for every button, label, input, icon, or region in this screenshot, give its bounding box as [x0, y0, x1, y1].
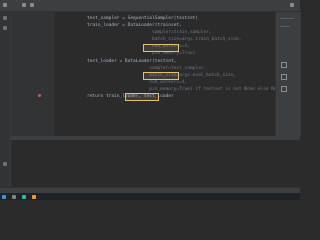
start-icon[interactable]: [2, 194, 6, 199]
code-line: pin_memory=True): [87, 51, 196, 56]
debug-icon[interactable]: [30, 3, 34, 7]
run-icon[interactable]: [22, 3, 26, 7]
menu-icon[interactable]: [3, 3, 7, 7]
code-line: sampler=train_sampler,: [87, 30, 212, 35]
line-gutter: [11, 12, 55, 136]
highlight-box: [143, 44, 179, 52]
checkbox-icon[interactable]: [281, 62, 287, 68]
right-tool-panel: [275, 12, 301, 136]
code-line: num_workers=4,: [87, 80, 188, 85]
favorites-icon[interactable]: [3, 162, 7, 166]
structure-icon[interactable]: [3, 26, 7, 30]
settings-icon[interactable]: [290, 3, 294, 7]
code-line: pin_memory=True) if testset is not None …: [87, 87, 283, 92]
panel-divider: [280, 26, 290, 27]
breakpoint-marker[interactable]: [38, 94, 41, 97]
highlight-box: [143, 72, 179, 80]
project-icon[interactable]: [3, 16, 7, 20]
search-icon[interactable]: [12, 194, 16, 199]
code-line: train_loader = DataLoader(trainset,: [87, 23, 182, 28]
ide-toolbar: [0, 0, 300, 12]
run-console[interactable]: [11, 140, 275, 187]
os-taskbar: [0, 193, 300, 200]
tool-window-strip: [0, 12, 11, 187]
checkbox-icon[interactable]: [281, 74, 287, 80]
highlight-box: [125, 93, 159, 101]
checkbox-icon[interactable]: [281, 86, 287, 92]
code-line: test_loader = DataLoader(testset,: [87, 59, 177, 64]
browser-icon[interactable]: [32, 194, 36, 199]
code-line: batch_size=args.train_batch_size,: [87, 37, 242, 42]
code-editor[interactable]: test_sampler = SequentialSampler(testset…: [55, 12, 282, 136]
code-line: test_sampler = SequentialSampler(testset…: [87, 16, 199, 21]
panel-divider: [280, 18, 294, 19]
pycharm-icon[interactable]: [22, 194, 26, 199]
